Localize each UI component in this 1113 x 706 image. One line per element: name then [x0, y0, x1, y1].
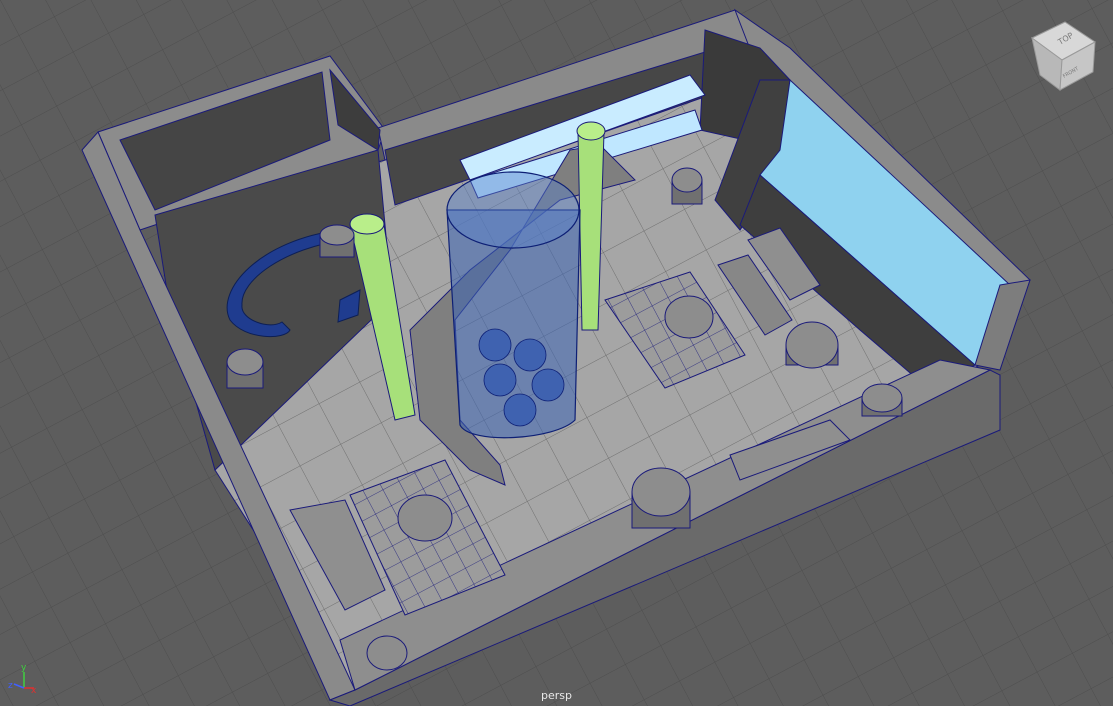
stool-front-left[interactable]	[366, 635, 408, 671]
scene-canvas[interactable]: TOP FRONT y x z	[0, 0, 1113, 706]
glass-cylinder[interactable]	[446, 171, 581, 439]
stool-left[interactable]	[226, 348, 264, 389]
perspective-viewport[interactable]: TOP FRONT y x z persp	[0, 0, 1113, 706]
axis-y-label: y	[21, 663, 27, 673]
axis-x-label: x	[31, 686, 37, 696]
axis-z-label: z	[8, 681, 13, 691]
stool-rug-right[interactable]	[664, 295, 714, 339]
stool-front-middle[interactable]	[631, 467, 691, 529]
stool-back-right[interactable]	[671, 167, 703, 205]
stool-right[interactable]	[785, 321, 839, 369]
stool-rug-left[interactable]	[397, 494, 453, 542]
stool-back-left[interactable]	[319, 224, 355, 258]
stool-front-right[interactable]	[861, 383, 903, 417]
